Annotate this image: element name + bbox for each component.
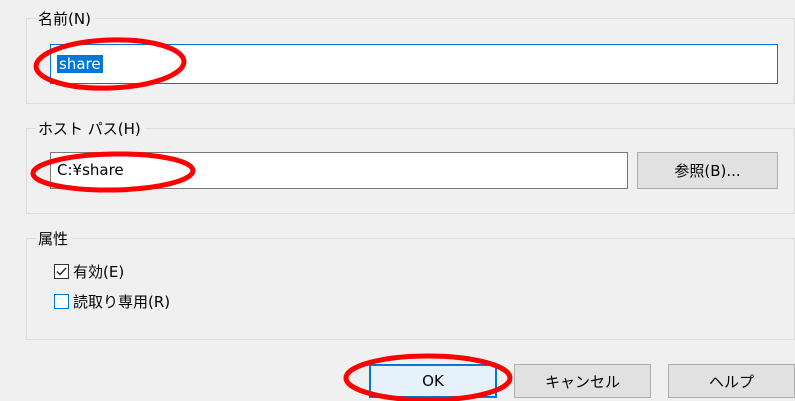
read-only-label: 読取り専用(R)	[73, 293, 171, 311]
read-only-checkbox-row[interactable]: 読取り専用(R)	[54, 291, 170, 312]
host-path-input[interactable]: C:¥share	[50, 152, 628, 189]
name-input[interactable]: share	[50, 44, 778, 84]
help-button[interactable]: ヘルプ	[668, 364, 795, 398]
cancel-button[interactable]: キャンセル	[514, 364, 651, 398]
attributes-group-label: 属性	[36, 230, 73, 248]
read-only-checkbox[interactable]	[54, 294, 69, 309]
name-group-label: 名前(N)	[36, 10, 95, 28]
host-path-group-label: ホスト パス(H)	[36, 120, 145, 138]
enabled-label: 有効(E)	[73, 263, 125, 281]
name-input-value: share	[57, 55, 103, 73]
attributes-group	[26, 238, 795, 340]
enabled-checkbox[interactable]	[54, 264, 69, 279]
ok-button[interactable]: OK	[369, 364, 497, 398]
enabled-checkbox-row[interactable]: 有効(E)	[54, 261, 124, 282]
browse-button[interactable]: 参照(B)...	[637, 152, 778, 189]
host-path-input-value: C:¥share	[57, 161, 124, 179]
checkmark-icon	[56, 267, 67, 276]
share-folder-dialog: 名前(N) share ホスト パス(H) C:¥share 参照(B)... …	[0, 0, 795, 401]
